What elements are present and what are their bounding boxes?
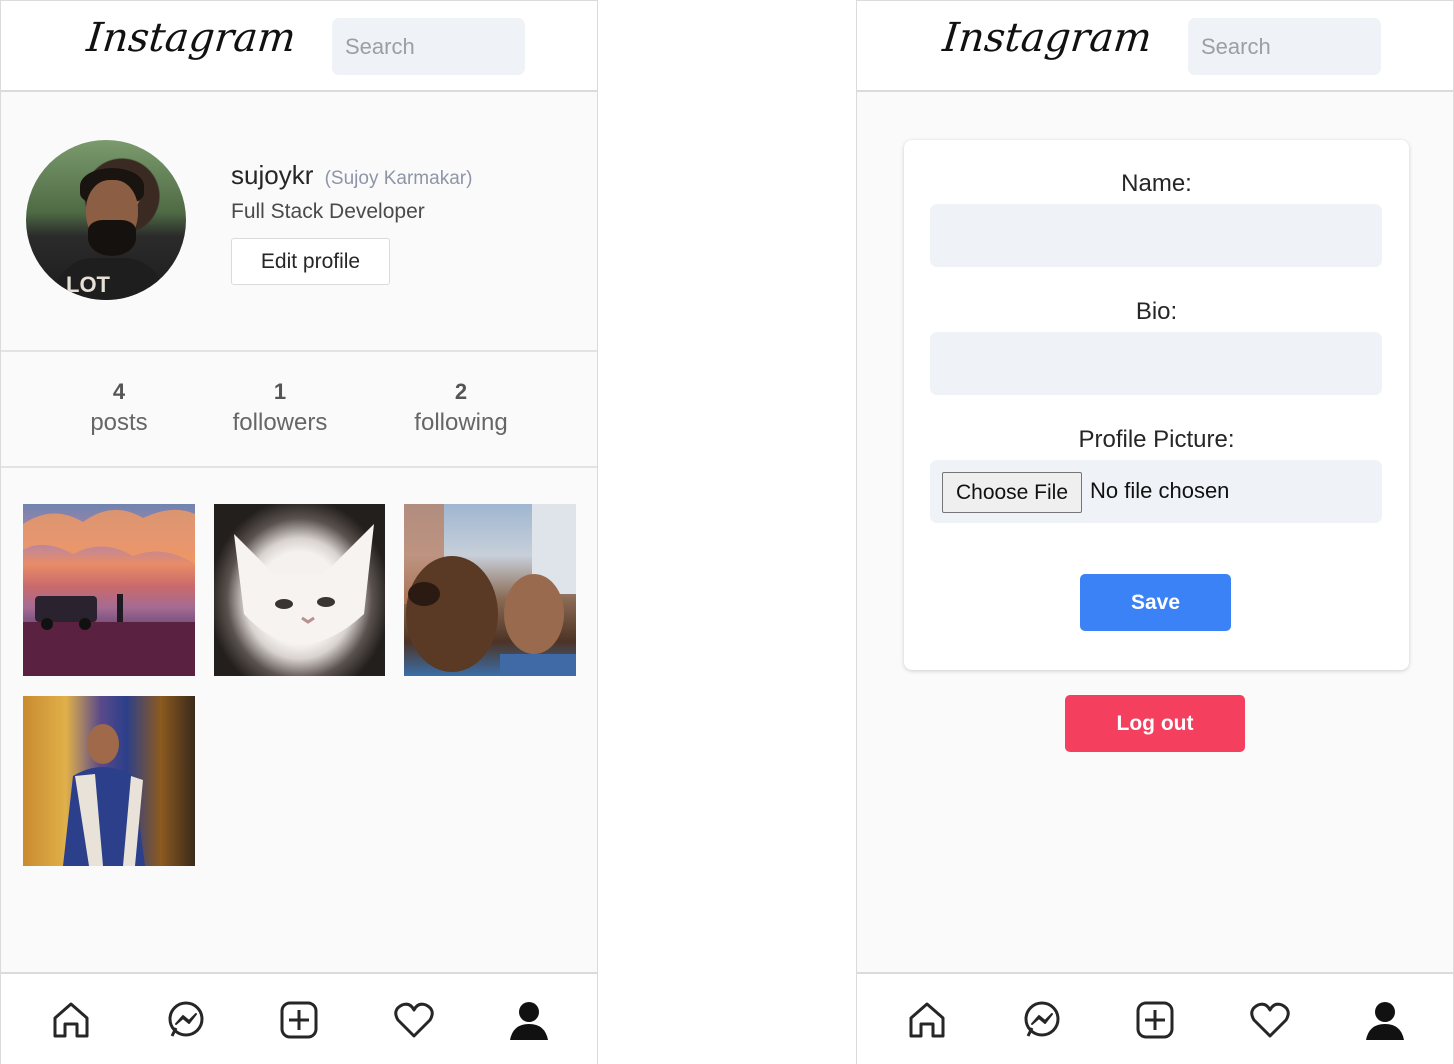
stat-count: 2 <box>454 379 468 404</box>
profile-bio: Full Stack Developer <box>231 200 425 223</box>
stat-following[interactable]: 2 following <box>399 378 523 440</box>
edit-profile-button[interactable]: Edit profile <box>231 238 390 285</box>
profile-username: sujoykr (Sujoy Karmakar) <box>231 160 472 191</box>
add-post-icon[interactable] <box>1133 998 1177 1042</box>
bio-label: Bio: <box>1135 298 1178 325</box>
white-cat-image <box>234 524 374 644</box>
post-thumbnail[interactable] <box>214 504 385 676</box>
stat-label: followers <box>232 409 328 436</box>
instagram-logo[interactable]: Instagram <box>941 15 1154 61</box>
profile-icon[interactable] <box>1363 998 1407 1042</box>
edit-profile-screen: Instagram Name: Bio: Profile Picture: Ch… <box>856 0 1454 1064</box>
choose-file-button[interactable]: Choose File <box>942 472 1082 513</box>
avatar: LOT <box>26 140 186 300</box>
profile-icon[interactable] <box>507 998 551 1042</box>
messenger-icon[interactable] <box>1020 998 1064 1042</box>
post-thumbnail[interactable] <box>23 696 195 866</box>
stat-label: posts <box>90 409 148 436</box>
dog-man-image <box>404 504 576 676</box>
stat-posts[interactable]: 4 posts <box>77 378 161 440</box>
heart-icon[interactable] <box>1248 998 1292 1042</box>
stat-label: following <box>414 409 508 436</box>
home-icon[interactable] <box>905 998 949 1042</box>
post-thumbnail[interactable] <box>23 504 195 676</box>
home-icon[interactable] <box>49 998 93 1042</box>
name-field[interactable] <box>930 204 1382 267</box>
top-bar: Instagram <box>1 0 597 92</box>
save-button[interactable]: Save <box>1080 574 1231 631</box>
stat-count: 1 <box>273 379 287 404</box>
edit-profile-form: Name: Bio: Profile Picture: Choose File … <box>904 140 1409 670</box>
messenger-icon[interactable] <box>164 998 208 1042</box>
instagram-logo[interactable]: Instagram <box>85 15 298 61</box>
post-thumbnail[interactable] <box>404 504 576 676</box>
man-traditional-image <box>63 724 145 866</box>
search-input[interactable] <box>1188 18 1381 75</box>
add-post-icon[interactable] <box>277 998 321 1042</box>
stat-count: 4 <box>112 379 126 404</box>
logout-button[interactable]: Log out <box>1065 695 1245 752</box>
divider-top <box>1 350 597 352</box>
no-file-text: No file chosen <box>1090 478 1230 503</box>
top-bar: Instagram <box>857 0 1453 92</box>
sunset-jeep-image <box>23 509 195 676</box>
name-label: Name: <box>1121 170 1192 197</box>
divider-bottom <box>1 466 597 468</box>
username-text: sujoykr <box>231 160 314 190</box>
avatar-shirt-text: LOT <box>66 272 110 297</box>
profile-full-name: (Sujoy Karmakar) <box>324 168 473 189</box>
profile-picture-label: Profile Picture: <box>1078 426 1235 453</box>
heart-icon[interactable] <box>392 998 436 1042</box>
search-input[interactable] <box>332 18 525 75</box>
profile-screen: Instagram LOT sujoykr (Sujoy Karmakar) F… <box>0 0 598 1064</box>
stat-followers[interactable]: 1 followers <box>215 378 345 440</box>
bio-field[interactable] <box>930 332 1382 395</box>
avatar-beard <box>88 220 136 256</box>
